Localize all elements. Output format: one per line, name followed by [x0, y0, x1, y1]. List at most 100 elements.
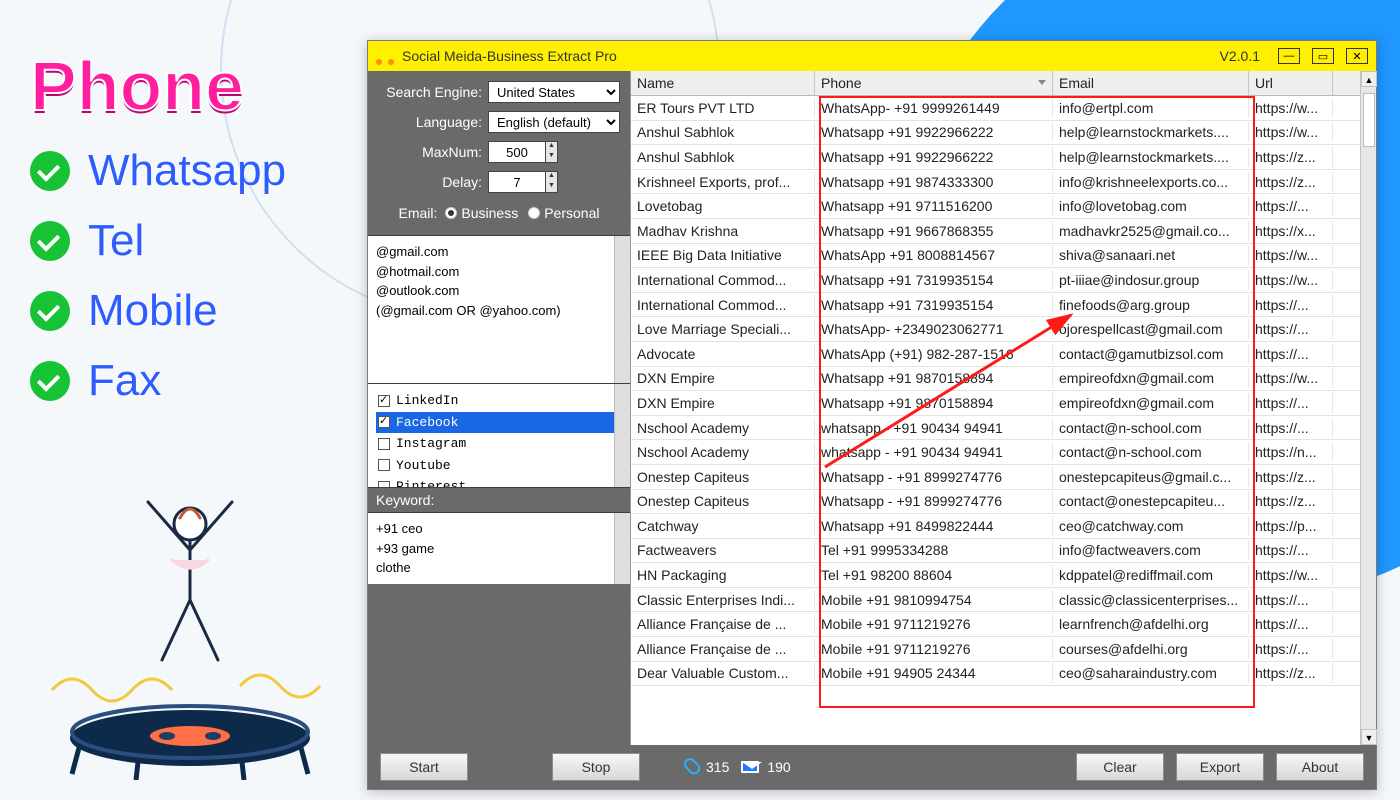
cell-email: classic@classicenterprises... — [1053, 590, 1249, 610]
platform-row[interactable]: Facebook — [376, 412, 622, 434]
close-button[interactable]: ✕ — [1346, 48, 1368, 64]
cell-name: Nschool Academy — [631, 418, 815, 438]
col-header-name[interactable]: Name — [631, 71, 815, 95]
table-row[interactable]: LovetobagWhatsapp +91 9711516200info@lov… — [631, 194, 1376, 219]
scroll-thumb[interactable] — [1363, 93, 1375, 147]
maximize-button[interactable]: ▭ — [1312, 48, 1334, 64]
email-business-radio[interactable] — [445, 207, 457, 219]
keywords-scrollbar[interactable] — [614, 513, 630, 584]
clear-button[interactable]: Clear — [1076, 753, 1164, 781]
table-row[interactable]: Anshul SabhlokWhatsapp +91 9922966222hel… — [631, 121, 1376, 146]
maxnum-up-icon[interactable]: ▲ — [546, 142, 557, 152]
platform-checkbox[interactable] — [378, 416, 390, 428]
table-row[interactable]: Love Marriage Speciali...WhatsApp- +2349… — [631, 317, 1376, 342]
cell-email: courses@afdelhi.org — [1053, 639, 1249, 659]
link-icon — [679, 756, 702, 779]
promo-item-label: Whatsapp — [88, 146, 286, 196]
table-row[interactable]: CatchwayWhatsapp +91 8499822444ceo@catch… — [631, 514, 1376, 539]
scroll-down-icon[interactable]: ▼ — [1361, 729, 1377, 745]
app-title: Social Meida-Business Extract Pro — [402, 48, 1212, 64]
promo-item: Fax — [30, 356, 355, 406]
col-header-url[interactable]: Url — [1249, 71, 1333, 95]
minimize-button[interactable]: — — [1278, 48, 1300, 64]
cell-name: Anshul Sabhlok — [631, 122, 815, 142]
email-personal-radio[interactable] — [528, 207, 540, 219]
scroll-up-icon[interactable]: ▲ — [1361, 71, 1377, 87]
delay-input[interactable] — [488, 171, 545, 193]
email-business-label: Business — [461, 205, 518, 221]
delay-down-icon[interactable]: ▼ — [546, 182, 557, 192]
start-button[interactable]: Start — [380, 753, 468, 781]
cell-url: https://... — [1249, 540, 1333, 560]
platform-checkbox[interactable] — [378, 395, 390, 407]
cell-url: https://... — [1249, 393, 1333, 413]
table-row[interactable]: FactweaversTel +91 9995334288info@factwe… — [631, 539, 1376, 564]
table-row[interactable]: Anshul SabhlokWhatsapp +91 9922966222hel… — [631, 145, 1376, 170]
cell-email: info@lovetobag.com — [1053, 196, 1249, 216]
maxnum-down-icon[interactable]: ▼ — [546, 152, 557, 162]
cell-name: Factweavers — [631, 540, 815, 560]
keyword-section-label: Keyword: — [368, 487, 630, 512]
cell-phone: Whatsapp +91 9922966222 — [815, 122, 1053, 142]
platforms-scrollbar[interactable] — [614, 384, 630, 487]
maxnum-input[interactable] — [488, 141, 545, 163]
email-domains-text: @gmail.com @hotmail.com @outlook.com (@g… — [376, 242, 622, 320]
platform-row[interactable]: LinkedIn — [376, 390, 622, 412]
platform-checkbox[interactable] — [378, 481, 390, 487]
table-row[interactable]: International Commod...Whatsapp +91 7319… — [631, 293, 1376, 318]
table-row[interactable]: AdvocateWhatsApp (+91) 982-287-1516conta… — [631, 342, 1376, 367]
cell-url: https://... — [1249, 344, 1333, 364]
export-button[interactable]: Export — [1176, 753, 1264, 781]
cell-phone: Whatsapp - +91 8999274776 — [815, 467, 1053, 487]
table-row[interactable]: Krishneel Exports, prof...Whatsapp +91 9… — [631, 170, 1376, 195]
delay-up-icon[interactable]: ▲ — [546, 172, 557, 182]
platform-checkbox[interactable] — [378, 438, 390, 450]
table-row[interactable]: Alliance Française de ...Mobile +91 9711… — [631, 612, 1376, 637]
platform-checkbox[interactable] — [378, 459, 390, 471]
about-button[interactable]: About — [1276, 753, 1364, 781]
table-row[interactable]: Onestep CapiteusWhatsapp - +91 899927477… — [631, 490, 1376, 515]
table-row[interactable]: IEEE Big Data InitiativeWhatsApp +91 800… — [631, 244, 1376, 269]
email-domains-panel[interactable]: @gmail.com @hotmail.com @outlook.com (@g… — [368, 235, 630, 383]
cell-phone: Mobile +91 94905 24344 — [815, 663, 1053, 683]
table-scrollbar[interactable]: ▲ ▼ — [1360, 71, 1376, 745]
table-row[interactable]: Onestep CapiteusWhatsapp - +91 899927477… — [631, 465, 1376, 490]
table-row[interactable]: DXN EmpireWhatsapp +91 9870158894empireo… — [631, 367, 1376, 392]
search-engine-select[interactable]: United States — [488, 81, 620, 103]
cell-url: https://... — [1249, 639, 1333, 659]
table-row[interactable]: HN PackagingTel +91 98200 88604kdppatel@… — [631, 563, 1376, 588]
cell-email: help@learnstockmarkets.... — [1053, 147, 1249, 167]
table-row[interactable]: Classic Enterprises Indi...Mobile +91 98… — [631, 588, 1376, 613]
language-select[interactable]: English (default) — [488, 111, 620, 133]
table-row[interactable]: Alliance Française de ...Mobile +91 9711… — [631, 637, 1376, 662]
cell-email: finefoods@arg.group — [1053, 295, 1249, 315]
email-domains-scrollbar[interactable] — [614, 236, 630, 383]
cell-url: https://... — [1249, 295, 1333, 315]
platform-label: LinkedIn — [396, 391, 458, 411]
cell-phone: Whatsapp +91 9922966222 — [815, 147, 1053, 167]
table-row[interactable]: Madhav KrishnaWhatsapp +91 9667868355mad… — [631, 219, 1376, 244]
emails-metric: 190 — [741, 759, 790, 775]
table-row[interactable]: Dear Valuable Custom...Mobile +91 94905 … — [631, 662, 1376, 687]
platform-row[interactable]: Instagram — [376, 433, 622, 455]
delay-stepper[interactable]: ▲▼ — [488, 171, 558, 193]
table-row[interactable]: ER Tours PVT LTDWhatsApp- +91 9999261449… — [631, 96, 1376, 121]
platform-row[interactable]: Pinterest — [376, 476, 622, 487]
maxnum-stepper[interactable]: ▲▼ — [488, 141, 558, 163]
platform-label: Facebook — [396, 413, 458, 433]
cell-email: info@krishneelexports.co... — [1053, 172, 1249, 192]
mail-icon — [741, 761, 759, 773]
col-header-phone[interactable]: Phone — [815, 71, 1053, 95]
cell-email: kdppatel@rediffmail.com — [1053, 565, 1249, 585]
stop-button[interactable]: Stop — [552, 753, 640, 781]
table-row[interactable]: Nschool Academywhatsapp - +91 90434 9494… — [631, 440, 1376, 465]
col-header-email[interactable]: Email — [1053, 71, 1249, 95]
cell-url: https://n... — [1249, 442, 1333, 462]
table-row[interactable]: International Commod...Whatsapp +91 7319… — [631, 268, 1376, 293]
keywords-panel[interactable]: +91 ceo +93 game clothe — [368, 512, 630, 584]
cell-phone: Tel +91 9995334288 — [815, 540, 1053, 560]
platform-row[interactable]: Youtube — [376, 455, 622, 477]
table-row[interactable]: DXN EmpireWhatsapp +91 9870158894empireo… — [631, 391, 1376, 416]
cell-name: Dear Valuable Custom... — [631, 663, 815, 683]
table-row[interactable]: Nschool Academywhatsapp - +91 90434 9494… — [631, 416, 1376, 441]
